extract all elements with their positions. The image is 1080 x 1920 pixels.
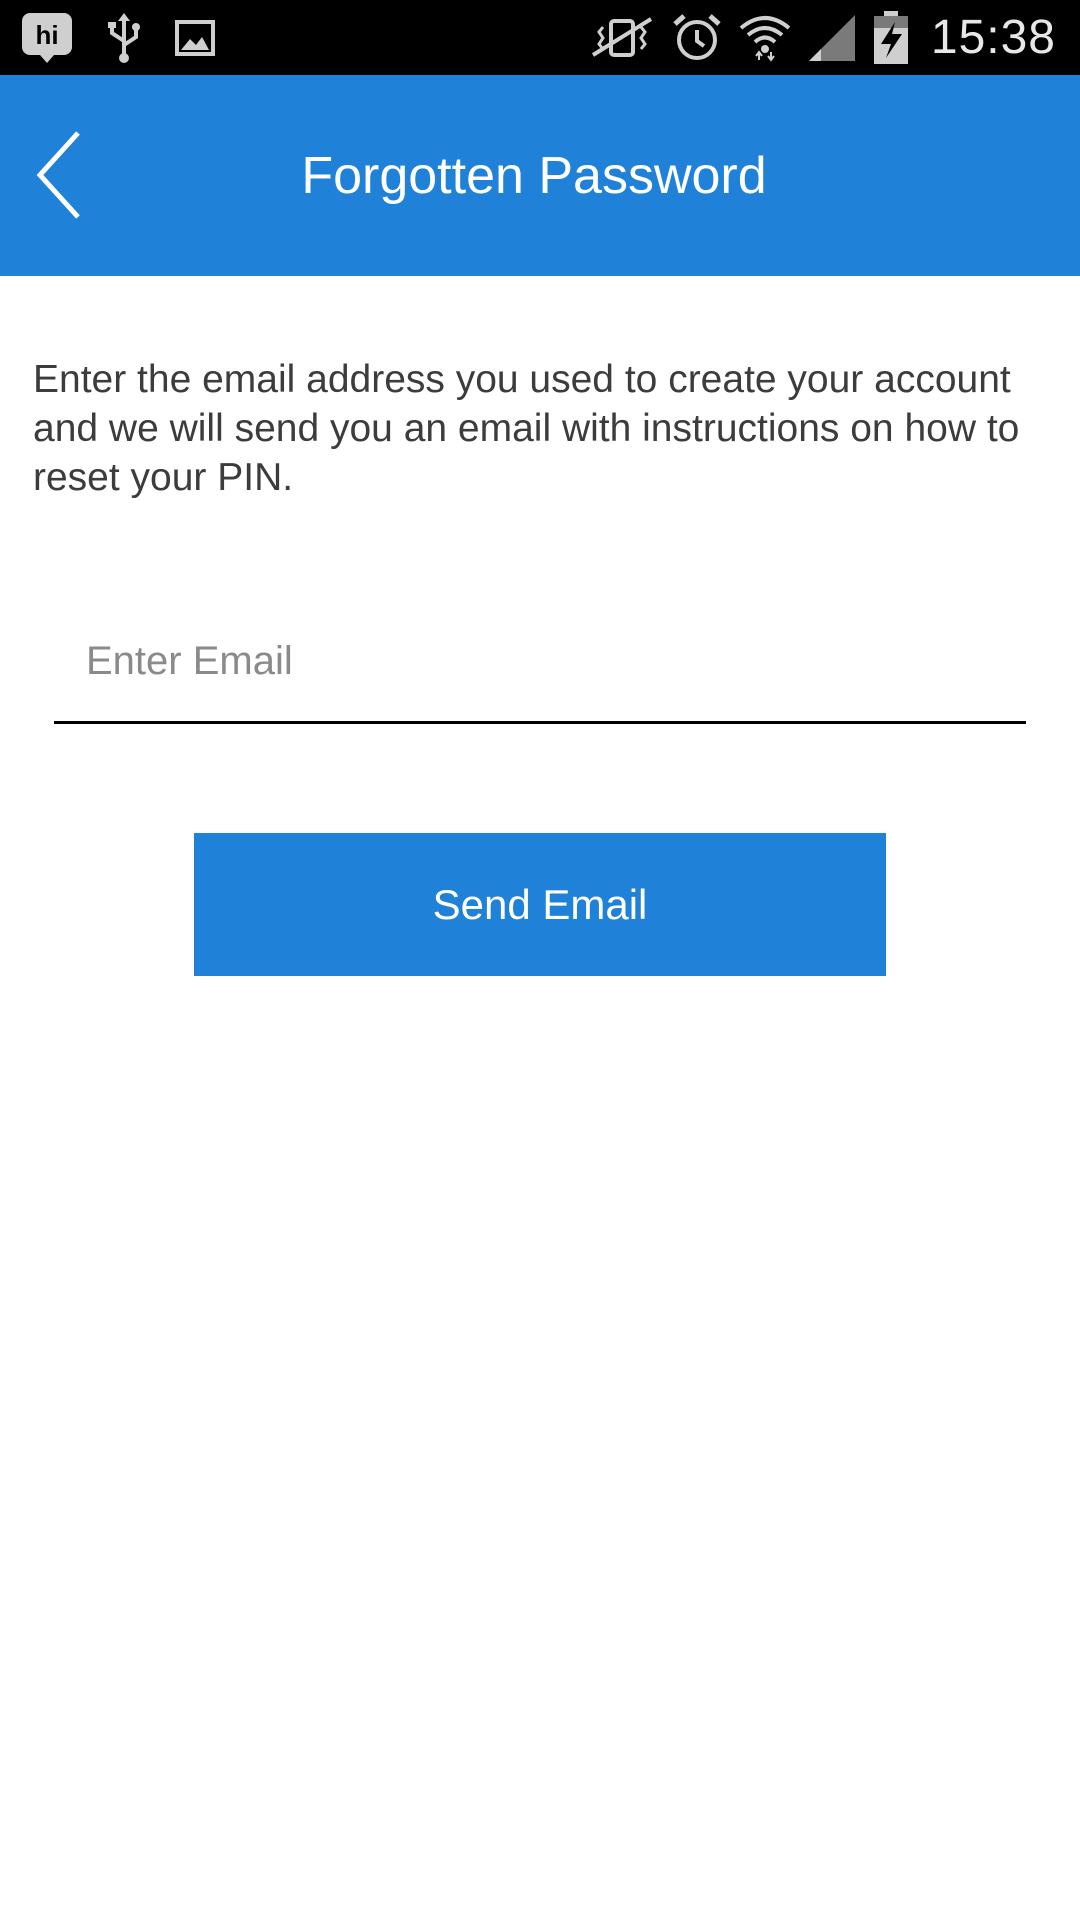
signal-icon [808,14,855,61]
page-title: Forgotten Password [301,146,767,205]
instructions-text: Enter the email address you used to crea… [33,358,1020,499]
image-icon [175,19,215,56]
svg-text:hi: hi [35,20,58,50]
status-bar-right: 15:38 [587,0,1056,75]
battery-charging-icon [873,10,908,64]
wifi-icon [739,15,791,62]
vibrate-icon [591,16,652,57]
status-bar-left: hi [20,0,216,75]
alarm-icon [673,13,721,60]
app-bar: Forgotten Password [0,75,1080,276]
usb-icon [108,12,140,63]
hike-messenger-icon: hi [22,12,72,63]
status-clock: 15:38 [930,11,1056,64]
email-field[interactable] [54,620,1026,724]
status-bar: hi 15:38 [0,0,1080,75]
send-email-button[interactable]: Send Email [194,833,886,976]
